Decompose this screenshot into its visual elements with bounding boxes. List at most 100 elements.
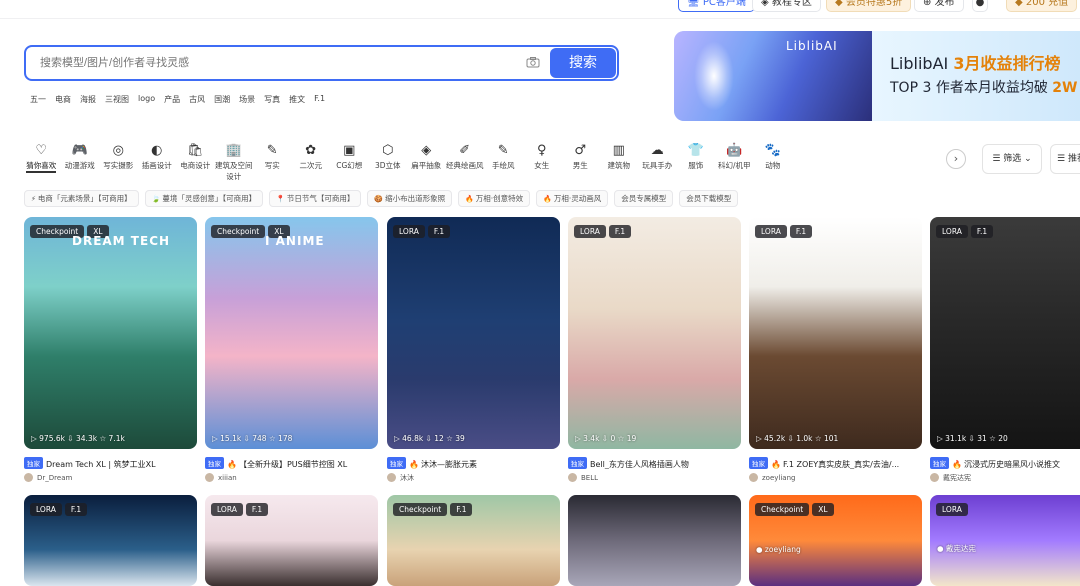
card-title-text: F.1 ZOEY真实皮肤_真实/去油/... [782, 460, 900, 469]
hot-icon: 🔥 [771, 460, 781, 469]
topic-chip[interactable]: 会员专属模型 [614, 190, 674, 207]
card-author[interactable]: Dr_Dream [24, 473, 72, 482]
card-badges: LORA [936, 503, 968, 516]
card-title[interactable]: 独家 🔥 沉浸式历史暗黑风小说推文 [930, 457, 1080, 469]
credits-button[interactable]: ◆ 200 充值 [1006, 0, 1078, 12]
card-author[interactable]: zoeyliang [749, 473, 795, 482]
hot-tag[interactable]: 国潮 [214, 94, 230, 106]
card-author: ● 戴宪达宪 [937, 544, 976, 553]
chip-label: 会员下载模型 [686, 194, 732, 203]
chip-icon: 📍 [276, 195, 285, 203]
topic-chip[interactable]: 🍃 蔓境「灵感创意」【可商用】 [144, 190, 264, 207]
model-card[interactable]: LORA F.1 ▷ 45.2k ⇩ 1.0k ☆ 101 [749, 217, 922, 449]
vip-button[interactable]: ◆ 会员特惠5折 [826, 0, 912, 12]
hot-tag[interactable]: 产品 [164, 94, 180, 106]
card-title[interactable]: 独家 🔥 沐沐—膨胀元素 [387, 457, 560, 469]
sort-button[interactable]: ☰ 推荐 [1050, 144, 1080, 174]
topic-chip[interactable]: 🔥 万相·灵动画风 [536, 190, 609, 207]
model-card[interactable]: Checkpoint F.1 [387, 495, 560, 586]
card-title[interactable]: 独家 Dream Tech XL | 筑梦工业XL [24, 457, 197, 469]
category-label: 动漫游戏 [64, 161, 95, 170]
category-tab[interactable]: ✎ 手绘风 [484, 142, 523, 178]
category-tab[interactable]: 🏢 建筑及空间设计 [215, 142, 254, 181]
model-card[interactable]: LORA F.1 ▷ 46.8k ⇩ 12 ☆ 39 [387, 217, 560, 449]
tutorial-button[interactable]: ◈ 教程专区 [752, 0, 821, 12]
category-tab[interactable]: ◐ 插画设计 [138, 142, 177, 178]
category-tab[interactable]: ☁ 玩具手办 [638, 142, 677, 178]
author-name: 戴宪达宪 [943, 474, 971, 482]
card-author[interactable]: 沐沐 [387, 473, 414, 483]
topic-chip[interactable]: 🍪 缩小布出道形象照 [367, 190, 453, 207]
hot-tag[interactable]: 电商 [55, 94, 71, 106]
category-tab[interactable]: ✎ 写实 [253, 142, 292, 178]
category-tab[interactable]: ◎ 写实摄影 [99, 142, 138, 178]
model-card[interactable]: Checkpoint XL I ANIME ▷ 15.1k ⇩ 748 ☆ 178 [205, 217, 378, 449]
category-tab[interactable]: ✿ 二次元 [292, 142, 331, 178]
hot-tag[interactable]: F.1 [314, 94, 325, 106]
category-tab[interactable]: 🐾 动物 [754, 142, 793, 178]
camera-icon[interactable] [526, 56, 540, 68]
card-title[interactable]: 独家 🔥 【全新升级】PUS细节控图 XL [205, 457, 378, 469]
hot-tag[interactable]: 推文 [289, 94, 305, 106]
category-next-button[interactable]: › [946, 149, 966, 169]
card-badges: LORA F.1 [30, 503, 88, 516]
banner-title-highlight: 3月收益排行榜 [953, 54, 1061, 73]
category-tab[interactable]: 👕 服饰 [677, 142, 716, 178]
category-tab[interactable]: ▥ 建筑物 [600, 142, 639, 178]
category-tab[interactable]: ♡ 猜你喜欢 [22, 142, 61, 178]
hot-icon: 🔥 [227, 460, 237, 469]
model-type-badge: LORA [936, 503, 968, 516]
category-icon: ♂ [574, 143, 587, 158]
model-card[interactable]: LORA F.1 [205, 495, 378, 586]
base-model-badge: F.1 [608, 225, 632, 238]
model-card[interactable]: LORA F.1 ▷ 31.1k ⇩ 31 ☆ 20 [930, 217, 1080, 449]
chip-icon: 🔥 [465, 195, 474, 203]
card-title[interactable]: 独家 🔥 F.1 ZOEY真实皮肤_真实/去油/... [749, 457, 922, 469]
category-label: 男生 [572, 161, 588, 170]
card-badges: Checkpoint XL [755, 503, 834, 516]
topic-chip[interactable]: 🔥 万相·创意特效 [458, 190, 531, 207]
category-icon: ▥ [612, 143, 625, 158]
topic-chip[interactable]: 会员下载模型 [679, 190, 739, 207]
banner-logo: LiblibAI [786, 39, 838, 53]
category-tab[interactable]: 🎮 动漫游戏 [61, 142, 100, 178]
card-author[interactable]: BELL [568, 473, 598, 482]
hot-tag[interactable]: 海报 [80, 94, 96, 106]
category-tab[interactable]: 🛍 电商设计 [176, 142, 215, 178]
author-name: BELL [581, 474, 599, 482]
card-title[interactable]: 独家 Bell_东方佳人风格插画人物 [568, 457, 741, 469]
category-icon: 🐾 [764, 143, 781, 158]
hot-tag[interactable]: 三视图 [105, 94, 129, 106]
category-tab[interactable]: ♂ 男生 [561, 142, 600, 178]
category-tab[interactable]: ♀ 女生 [523, 142, 562, 178]
hot-tag[interactable]: 古风 [189, 94, 205, 106]
hot-tag[interactable]: 写真 [264, 94, 280, 106]
pc-client-button[interactable]: 🖥 PC客户端 [678, 0, 755, 12]
model-card[interactable]: Checkpoint XL DREAM TECH ▷ 975.6k ⇩ 34.3k ☆… [24, 217, 197, 449]
model-card[interactable]: LORA F.1 [24, 495, 197, 586]
search-button[interactable]: 搜索 [550, 48, 616, 78]
hot-tag[interactable]: 场景 [239, 94, 255, 106]
category-tab[interactable]: ⬡ 3D立体 [369, 142, 408, 178]
model-card[interactable]: LORA ● 戴宪达宪 [930, 495, 1080, 586]
category-tab[interactable]: ◈ 扁平抽象 [407, 142, 446, 178]
card-stats: ▷ 3.4k ⇩ 0 ☆ 19 [575, 434, 637, 443]
model-card[interactable]: Checkpoint XL ● zoeyliang [749, 495, 922, 586]
card-author[interactable]: xiiian [205, 473, 237, 482]
model-card[interactable] [568, 495, 741, 586]
category-tab[interactable]: ✐ 经典绘画风 [446, 142, 485, 178]
topic-chip[interactable]: ⚡ 电商「元素场景」【可商用】 [24, 190, 139, 207]
promo-banner[interactable]: LiblibAI LiblibAI 3月收益排行榜 TOP 3 作者本月收益均破… [674, 31, 1080, 121]
category-tab[interactable]: 🤖 科幻/机甲 [715, 142, 754, 178]
category-tab[interactable]: ▣ CG幻想 [330, 142, 369, 178]
category-icon: 🏢 [225, 143, 242, 158]
publish-button[interactable]: ⊕ 发布 [914, 0, 964, 12]
filter-button[interactable]: ☰ 筛选 ⌄ [982, 144, 1042, 174]
model-card[interactable]: LORA F.1 ▷ 3.4k ⇩ 0 ☆ 19 [568, 217, 741, 449]
hot-tag[interactable]: 五一 [30, 94, 46, 106]
message-icon[interactable]: ● [972, 0, 988, 12]
card-author[interactable]: 戴宪达宪 [930, 473, 971, 483]
hot-tag[interactable]: logo [138, 94, 155, 106]
topic-chip[interactable]: 📍 节日节气【可商用】 [269, 190, 362, 207]
search-input[interactable] [40, 47, 510, 79]
